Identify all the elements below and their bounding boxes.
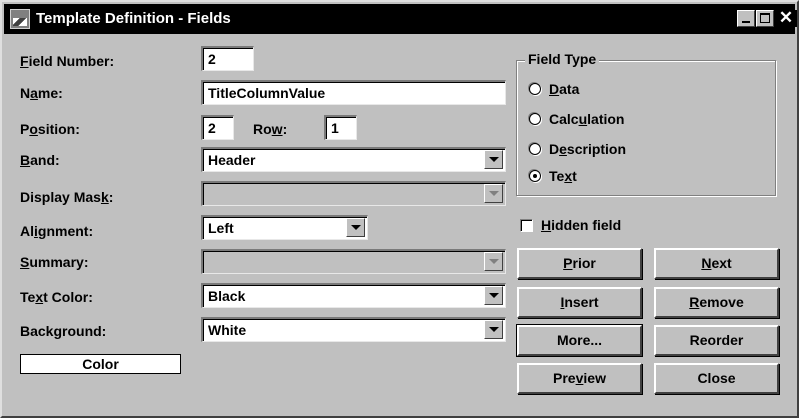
window-title: Template Definition - Fields bbox=[36, 10, 231, 27]
more-button[interactable]: More... bbox=[516, 324, 643, 357]
radio-icon bbox=[529, 113, 541, 126]
alignment-label: Alignment: bbox=[20, 223, 94, 239]
remove-button[interactable]: Remove bbox=[654, 287, 779, 318]
band-select-value: Header bbox=[208, 152, 256, 168]
text-color-select-value: Black bbox=[208, 288, 246, 304]
text-color-dropdown-button[interactable] bbox=[484, 286, 503, 305]
close-icon: ✕ bbox=[778, 8, 794, 27]
row-input[interactable]: 1 bbox=[324, 115, 357, 140]
display-mask-select bbox=[201, 181, 506, 206]
text-color-select[interactable]: Black bbox=[201, 283, 506, 308]
alignment-dropdown-button[interactable] bbox=[346, 218, 365, 237]
app-icon[interactable] bbox=[10, 9, 30, 29]
field-number-input[interactable]: 2 bbox=[201, 46, 254, 71]
checkbox-icon bbox=[520, 218, 533, 232]
name-label: Name: bbox=[20, 85, 63, 101]
minimize-icon bbox=[742, 21, 750, 23]
radio-description[interactable]: Description bbox=[529, 141, 626, 157]
maximize-button[interactable] bbox=[756, 10, 774, 27]
background-dropdown-button[interactable] bbox=[484, 320, 503, 339]
display-mask-dropdown-button bbox=[484, 184, 503, 203]
text-color-label: Text Color: bbox=[20, 289, 93, 305]
summary-label: Summary: bbox=[20, 254, 89, 270]
position-label: Position: bbox=[20, 121, 80, 137]
summary-dropdown-button bbox=[484, 252, 503, 271]
band-dropdown-button[interactable] bbox=[484, 150, 503, 169]
alignment-select-value: Left bbox=[208, 220, 234, 236]
radio-icon bbox=[529, 83, 541, 96]
alignment-select[interactable]: Left bbox=[201, 215, 368, 240]
template-definition-window: Template Definition - Fields ✕ Field Num… bbox=[0, 0, 799, 418]
close-window-button[interactable]: ✕ bbox=[775, 8, 797, 27]
band-label: Band: bbox=[20, 152, 60, 168]
background-label: Background: bbox=[20, 323, 107, 339]
radio-icon bbox=[529, 143, 541, 156]
maximize-icon bbox=[760, 13, 770, 23]
radio-text[interactable]: Text bbox=[529, 168, 577, 184]
radio-data[interactable]: Data bbox=[529, 81, 579, 97]
background-select[interactable]: White bbox=[201, 317, 506, 342]
position-input[interactable]: 2 bbox=[201, 115, 234, 140]
radio-selected-icon bbox=[529, 170, 541, 183]
color-sample: Color bbox=[20, 354, 181, 374]
row-label: Row: bbox=[253, 121, 288, 137]
next-button[interactable]: Next bbox=[654, 248, 779, 279]
title-bar[interactable]: Template Definition - Fields ✕ bbox=[4, 4, 797, 34]
insert-button[interactable]: Insert bbox=[517, 287, 642, 318]
display-mask-label: Display Mask: bbox=[20, 189, 114, 205]
radio-calculation[interactable]: Calculation bbox=[529, 111, 624, 127]
summary-select bbox=[201, 249, 506, 274]
field-number-label: Field Number: bbox=[20, 53, 115, 69]
close-button[interactable]: Close bbox=[654, 363, 779, 394]
prior-button[interactable]: Prior bbox=[517, 248, 642, 279]
background-select-value: White bbox=[208, 322, 247, 338]
band-select[interactable]: Header bbox=[201, 147, 506, 172]
name-input[interactable]: TitleColumnValue bbox=[201, 80, 506, 105]
minimize-button[interactable] bbox=[737, 10, 755, 27]
field-number-label-text: ield Number: bbox=[28, 53, 115, 69]
preview-button[interactable]: Preview bbox=[517, 363, 642, 394]
field-type-title: Field Type bbox=[525, 51, 600, 67]
hidden-field-checkbox[interactable]: Hidden field bbox=[520, 217, 621, 233]
reorder-button[interactable]: Reorder bbox=[654, 325, 779, 356]
